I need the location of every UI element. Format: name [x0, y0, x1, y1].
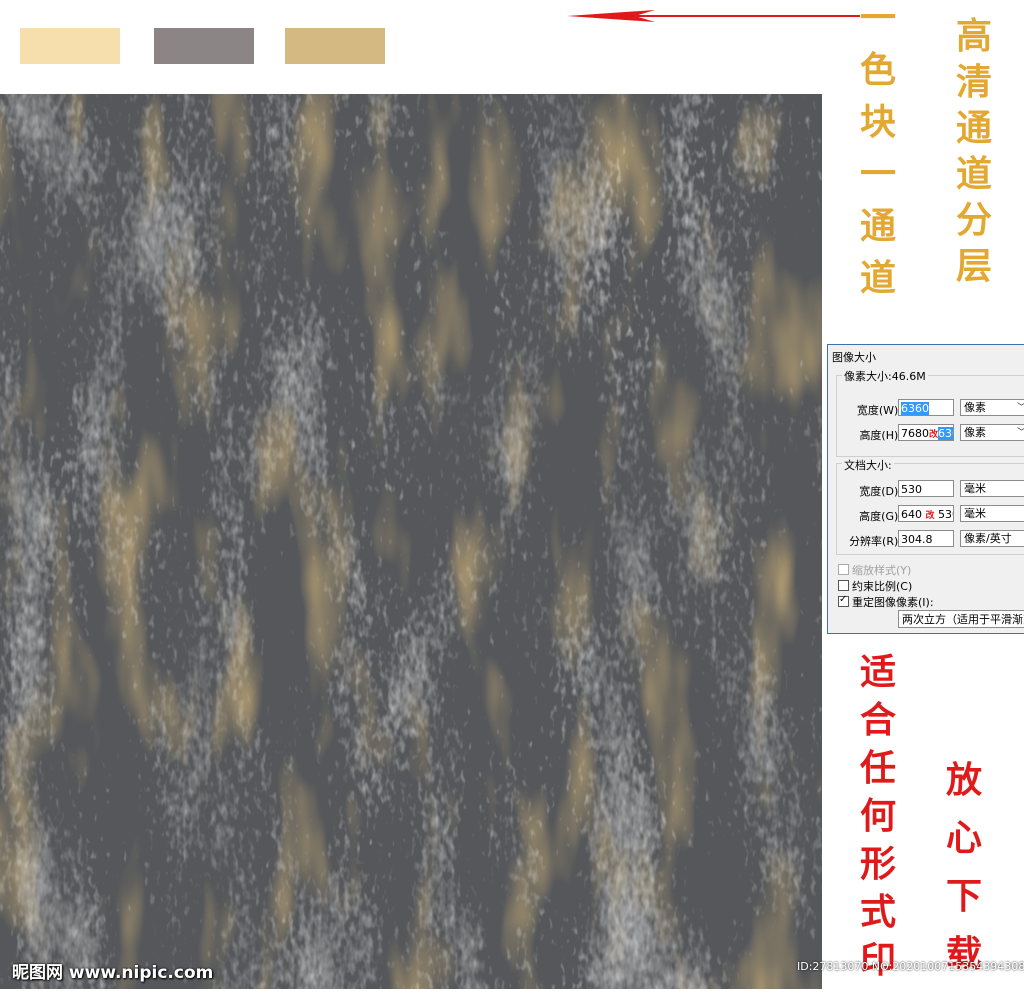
resolution-unit-select[interactable]: 像素/英寸: [960, 530, 1024, 547]
height-input[interactable]: 7680改6360: [898, 424, 954, 441]
doc-width-unit-select[interactable]: 毫米: [960, 480, 1024, 497]
annotation-char: 何: [860, 795, 897, 837]
annotation-char: 一: [860, 0, 897, 39]
annotation-hd-channel-layers: 高清通道分层: [956, 18, 996, 294]
annotation-char: 形: [860, 843, 897, 885]
chevron-down-icon: ﹀: [1017, 425, 1024, 441]
annotation-color-block-channel: 一色块一通道: [860, 0, 900, 312]
left-arrow-icon: [567, 10, 860, 22]
doc-height-label: 高度(G):: [859, 510, 902, 523]
annotation-char: 式: [860, 891, 897, 933]
annotation-char: 道: [956, 153, 993, 195]
checkbox-icon: [838, 564, 849, 575]
width-label: 宽度(W):: [856, 404, 902, 417]
resolution-label: 分辨率(R):: [849, 535, 902, 548]
annotation-char: 任: [860, 747, 897, 789]
color-swatch-tan: [285, 28, 385, 64]
height-label: 高度(H):: [859, 429, 902, 442]
resample-checkbox[interactable]: 重定图像像素(I):: [838, 594, 934, 610]
width-unit-select[interactable]: 像素﹀: [960, 399, 1024, 416]
annotation-char: 分: [956, 199, 993, 241]
doc-height-input[interactable]: 640 改 530: [898, 505, 954, 522]
annotation-suitable-print: 适合任何形式印: [860, 654, 900, 990]
constrain-proportions-checkbox[interactable]: 约束比例(C): [838, 578, 912, 594]
doc-height-unit-select[interactable]: 毫米: [960, 505, 1024, 522]
document-size-label: 文档大小:: [842, 457, 894, 473]
pixel-dimensions-label: 像素大小:46.6M: [842, 368, 928, 384]
grunge-texture-image: [0, 94, 822, 989]
color-swatch-gray: [154, 28, 254, 64]
height-unit-select[interactable]: 像素﹀: [960, 424, 1024, 441]
annotation-char: 合: [860, 699, 897, 741]
doc-width-label: 宽度(D):: [859, 485, 902, 498]
annotation-char: 放: [946, 759, 983, 801]
annotation-char: 高: [956, 15, 993, 57]
image-id-watermark: ID:27813070 NO:20201007153543943084: [797, 960, 1024, 973]
dialog-title: 图像大小: [832, 351, 876, 364]
checkbox-checked-icon: [838, 594, 849, 607]
annotation-char: 通: [956, 107, 993, 149]
checkbox-icon: [838, 580, 849, 591]
color-swatch-cream: [20, 28, 120, 64]
doc-width-input[interactable]: 530: [898, 480, 954, 497]
resample-method-select[interactable]: 两次立方（适用于平滑渐变: [898, 610, 1024, 628]
resolution-input[interactable]: 304.8: [898, 530, 954, 547]
annotation-char: 层: [956, 245, 993, 287]
scale-styles-checkbox[interactable]: 缩放样式(Y): [838, 562, 911, 578]
annotation-char: 下: [946, 875, 983, 917]
annotation-char: 块: [860, 101, 897, 143]
chevron-down-icon: ﹀: [1017, 400, 1024, 416]
annotation-char: 色: [860, 49, 897, 91]
annotation-char: 清: [956, 61, 993, 103]
annotation-char: 心: [946, 817, 983, 859]
width-input[interactable]: 6360: [898, 399, 954, 416]
image-size-dialog: 图像大小 像素大小:46.6M 宽度(W): 6360 像素﹀ 高度(H): 7…: [827, 344, 1024, 634]
annotation-char: 适: [860, 651, 897, 693]
annotation-char: 一: [860, 153, 897, 195]
annotation-char: 道: [860, 257, 897, 299]
nipic-watermark-logo: 昵图网 www.nipic.com: [12, 963, 214, 983]
annotation-char: 通: [860, 205, 897, 247]
